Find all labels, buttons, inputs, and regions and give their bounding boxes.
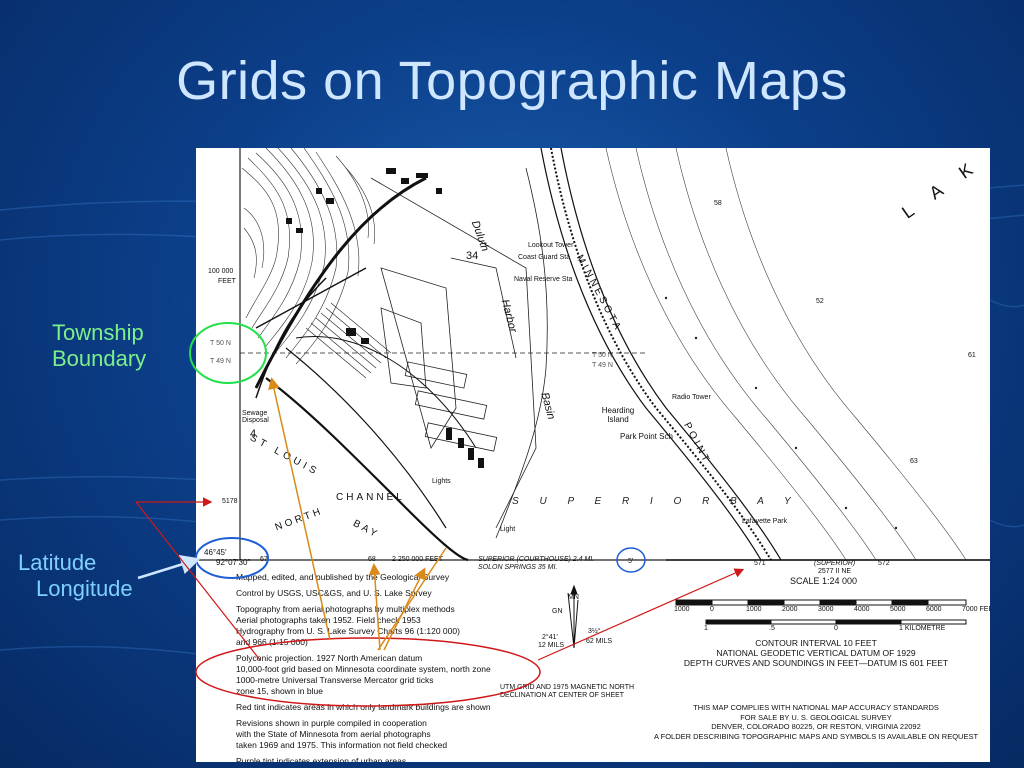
scale-feet-ticks: 1000 0 1000 2000 3000 4000 5000 6000 7000 FEET [674, 606, 990, 616]
feet-100000-label: 100 000 [208, 268, 234, 275]
coast-guard-label: Coast Guard Sta [518, 254, 571, 261]
declination-left-mils: 12 MILS [538, 642, 565, 649]
scale-feet-tick: 6000 [926, 606, 942, 613]
compliance-line: THIS MAP COMPLIES WITH NATIONAL MAP ACCU… [693, 703, 939, 712]
compliance-line: A FOLDER DESCRIBING TOPOGRAPHIC MAPS AND… [653, 731, 979, 741]
scale-km-tick: 1 KILOMETRE [899, 625, 946, 632]
scale-feet-tick: 7000 FEET [962, 606, 990, 613]
note-line: 10,000-foot grid based on Minnesota coor… [236, 664, 491, 674]
contour-line: CONTOUR INTERVAL 10 FEET [755, 638, 877, 648]
map-credits-notes: Mapped, edited, and published by the Geo… [236, 572, 536, 762]
contour-info: CONTOUR INTERVAL 10 FEET NATIONAL GEODETI… [666, 638, 966, 668]
contour-line: NATIONAL GEODETIC VERTICAL DATUM OF 1929 [716, 648, 916, 658]
superior-sheet-label: (SUPERIOR) [814, 560, 856, 567]
scale-feet-tick: 2000 [782, 606, 798, 613]
tick-67-label: 67 [260, 556, 268, 563]
declination-gn-label: GN [552, 608, 563, 615]
declination-right-angle: 3½° [588, 628, 601, 635]
sewage-disposal-label: Sewage Disposal [242, 410, 269, 424]
lafayette-park-label: Lafayette Park [742, 518, 788, 525]
solon-springs-label: SOLON SPRINGS 35 MI. [478, 564, 558, 571]
scale-km-ticks: 1 .5 0 1 KILOMETRE [704, 625, 990, 635]
declination-caption-1: UTM GRID AND 1975 MAGNETIC NORTH [500, 684, 635, 691]
note-line: Hydrography from U. S. Lake Survey Chart… [236, 626, 460, 636]
depth-58-label: 58 [714, 200, 722, 207]
depth-52-label: 52 [816, 298, 824, 305]
compliance-line: DENVER, COLORADO 80225, OR RESTON, VIRGI… [711, 722, 921, 731]
latlong-label: Latitude Longitude [18, 550, 133, 602]
declination-caption-2: DECLINATION AT CENTER OF SHEET [500, 692, 625, 699]
scale-km-tick: 1 [704, 625, 708, 632]
channel-label: CHANNEL [336, 492, 405, 503]
note-line: and 966 (1:15 000) [236, 637, 308, 647]
section-34-label: 34 [466, 250, 479, 262]
tick-572-label: 572 [878, 560, 890, 567]
scale-feet-tick: 0 [710, 606, 714, 613]
topographic-map: L A K Duluth 34 Harbor Basin MINNESOTA P… [196, 148, 990, 762]
note-line: taken 1969 and 1975. This information no… [236, 740, 448, 750]
light-label: Light [500, 526, 516, 533]
note-line: Aerial photographs taken 1952. Field che… [236, 615, 421, 625]
scale-feet-tick: 4000 [854, 606, 870, 613]
t50n-left-label: T 50 N [210, 340, 231, 347]
latlong-arrow [137, 554, 201, 580]
compliance-notes: THIS MAP COMPLIES WITH NATIONAL MAP ACCU… [636, 703, 990, 741]
scale-km-tick: 0 [834, 625, 838, 632]
depth-61-label: 61 [968, 352, 976, 359]
t50n-right-label: T 50 N [592, 352, 613, 359]
note-line: 1000-metre Universal Transverse Mercator… [236, 675, 434, 685]
tick-5-label: 5′ [628, 558, 634, 565]
declination-mn-label: MN [568, 594, 579, 601]
park-point-label: Park Point Sch [620, 432, 673, 441]
radio-tower-label: Radio Tower [672, 394, 711, 401]
note-line: Red tint indicates areas in which only l… [236, 702, 491, 712]
scale-feet-tick: 5000 [890, 606, 906, 613]
t49n-left-label: T 49 N [210, 358, 231, 365]
compliance-line: FOR SALE BY U. S. GEOLOGICAL SURVEY [740, 712, 892, 722]
sheet-id-label: 2577 II NE [818, 568, 852, 575]
scale-feet-tick: 3000 [818, 606, 834, 613]
contour-line: DEPTH CURVES AND SOUNDINGS IN FEET—DATUM… [683, 658, 949, 668]
declination-right-mils: 62 MILS [586, 638, 613, 645]
courthouse-label: SUPERIOR (COURTHOUSE) 2.4 MI. [478, 556, 595, 563]
scale-feet-tick: 1000 [746, 606, 762, 613]
latlong-label-line2: Longitude [36, 576, 133, 601]
note-line: Control by USGS, USC&GS, and U. S. Lake … [236, 588, 432, 598]
latitude-value: 46°45′ [204, 548, 227, 557]
note-line: Topography from aerial photographs by mu… [236, 604, 455, 614]
slide-title: Grids on Topographic Maps [176, 51, 848, 111]
feet-2250000-label: 2 250 000 FEET [392, 556, 443, 563]
scale-feet-tick: 1000 [674, 606, 690, 613]
tick-68-label: 68 [368, 556, 376, 563]
tick-5178-label: 5178 [222, 498, 238, 505]
note-line: Mapped, edited, and published by the Geo… [236, 572, 450, 582]
township-label: Township Boundary [52, 320, 146, 372]
lights-label: Lights [432, 478, 451, 485]
depth-63-label: 63 [910, 458, 918, 465]
note-line: Polyconic projection. 1927 North America… [236, 653, 423, 663]
tick-571-label: 571 [754, 560, 766, 567]
superior-bay-label: S U P E R I O R B A Y [512, 496, 800, 507]
note-line: zone 15, shown in blue [236, 686, 323, 696]
note-line: with the State of Minnesota from aerial … [236, 729, 431, 739]
hearding-island-label: Hearding Island [601, 406, 635, 424]
township-label-line1: Township [52, 320, 144, 345]
latlong-label-line1: Latitude [18, 550, 97, 575]
declination-left-angle: 2°41′ [542, 634, 558, 641]
longitude-value: 92°07′30″ [216, 558, 251, 567]
feet-label: FEET [218, 278, 236, 285]
note-line: Purple tint indicates extension of urban… [236, 756, 407, 762]
note-line: Revisions shown in purple compiled in co… [236, 718, 427, 728]
lookout-tower-label: Lookout Tower [528, 242, 574, 249]
scale-title: SCALE 1:24 000 [790, 576, 858, 586]
t49n-right-label: T 49 N [592, 362, 613, 369]
scale-km-tick: .5 [769, 625, 775, 632]
township-label-line2: Boundary [52, 346, 147, 371]
naval-reserve-label: Naval Reserve Sta [514, 276, 573, 283]
